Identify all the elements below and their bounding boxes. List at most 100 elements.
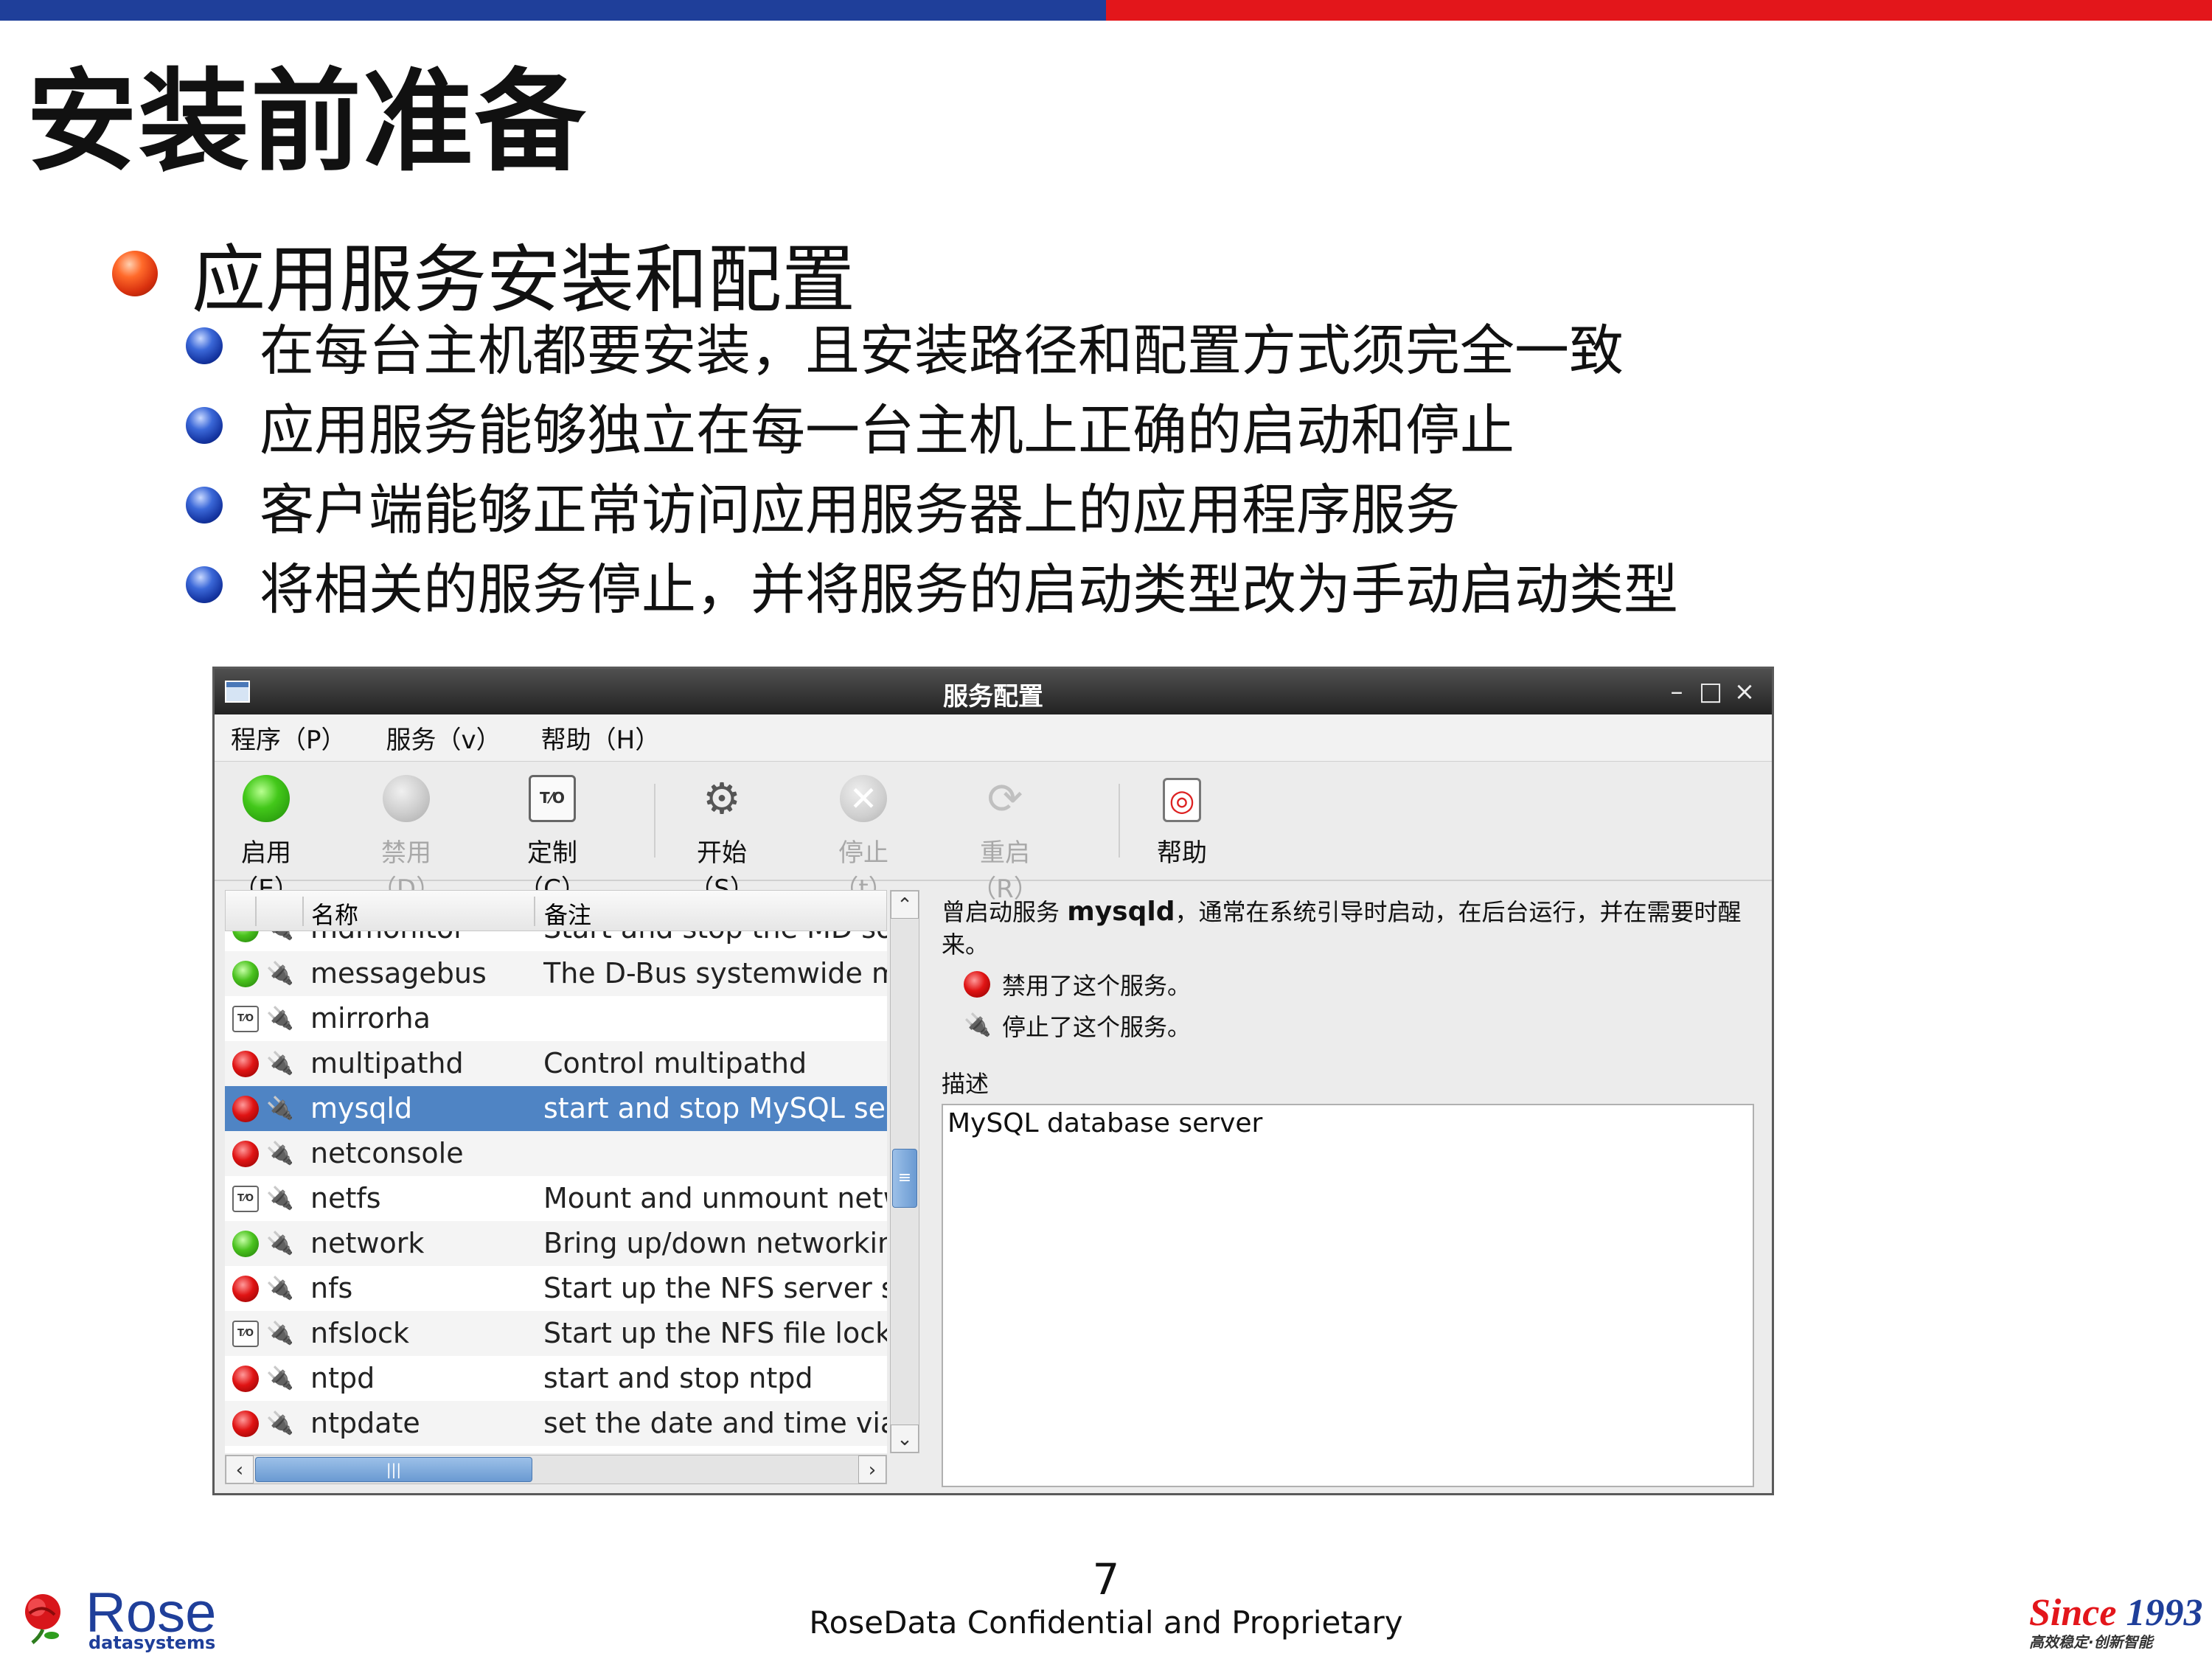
table-row[interactable]: T⁄O 🔌 netfs Mount and unmount netwo xyxy=(225,1176,887,1221)
plug-icon: 🔌 xyxy=(266,1141,294,1166)
horizontal-scrollbar[interactable]: ‹ ||| › xyxy=(225,1455,887,1484)
sub-bullet-dot-icon xyxy=(186,327,223,364)
stopped-status-icon xyxy=(232,1366,259,1392)
footer-text: RoseData Confidential and Proprietary xyxy=(809,1604,1403,1641)
top-bar-blue xyxy=(0,0,1106,21)
sub-bullet: 客户端能够正常访问应用服务器上的应用程序服务 xyxy=(186,465,1678,545)
vertical-scrollbar[interactable]: ⌃ ≡ ⌄ xyxy=(890,890,919,1453)
stopped-status-icon xyxy=(232,1141,259,1167)
minimize-button[interactable]: – xyxy=(1660,675,1694,709)
rose-flower-icon xyxy=(25,1594,60,1644)
table-row[interactable]: 🔌 ntpd start and stop ntpd xyxy=(225,1356,887,1401)
service-detail-pane: 曾启动服务 mysqld，通常在系统引导时启动，在后台运行，并在需要时醒来。 禁… xyxy=(934,890,1766,1489)
plug-icon: 🔌 xyxy=(266,1231,294,1256)
toolbar: 启用（E） 禁用（D） T⁄O 定制（C） ⚙ 开始（S） ✕ 停止（t） ⟳ … xyxy=(215,763,1772,904)
description-label: 描述 xyxy=(942,1070,990,1098)
disable-button[interactable]: 禁用（D） xyxy=(362,775,451,905)
running-status-icon xyxy=(232,961,259,987)
lifebuoy-icon: ◎ xyxy=(1163,778,1201,822)
plug-icon: 🔌 xyxy=(266,1321,294,1346)
sub-bullet: 应用服务能够独立在每一台主机上正确的启动和停止 xyxy=(186,386,1678,465)
table-row[interactable]: 🔌 ntpdate set the date and time via N xyxy=(225,1401,887,1446)
start-button[interactable]: ⚙ 开始（S） xyxy=(678,775,766,905)
toolbar-separator xyxy=(1119,784,1120,858)
running-status-icon xyxy=(232,931,259,942)
plug-icon: 🔌 xyxy=(266,1006,294,1032)
rose-logo-subtext: datasystems xyxy=(88,1632,216,1653)
service-config-window: 服务配置 – □ × 程序（P） 服务（v） 帮助（H） 启用（E） 禁用（D）… xyxy=(212,667,1774,1495)
plug-icon: 🔌 xyxy=(266,931,294,943)
gears-icon: ⚙ xyxy=(703,773,741,824)
service-list: 🔌 mdmonitor Start and stop the MD soft 🔌… xyxy=(225,931,887,1453)
plug-icon: 🔌 xyxy=(266,1366,294,1391)
custom-status-icon: T⁄O xyxy=(232,1006,259,1032)
bullet-dot-icon xyxy=(112,250,158,296)
scroll-right-icon[interactable]: › xyxy=(858,1455,886,1484)
plug-icon: 🔌 xyxy=(266,1276,294,1301)
menu-bar: 程序（P） 服务（v） 帮助（H） xyxy=(215,714,1772,762)
table-row[interactable]: 🔌 netconsole xyxy=(225,1131,887,1176)
menu-service[interactable]: 服务（v） xyxy=(386,720,501,756)
column-name[interactable]: 名称 xyxy=(311,897,358,931)
grey-status-icon xyxy=(383,775,430,822)
column-remark[interactable]: 备注 xyxy=(544,897,591,931)
scroll-left-icon[interactable]: ‹ xyxy=(226,1455,254,1484)
plug-icon: 🔌 xyxy=(266,1186,294,1211)
custom-status-icon: T⁄O xyxy=(232,1321,259,1347)
toolbar-separator xyxy=(654,784,655,858)
horizontal-scroll-thumb[interactable]: ||| xyxy=(255,1457,532,1482)
menu-help[interactable]: 帮助（H） xyxy=(541,720,661,756)
sub-bullet-dot-icon xyxy=(186,407,223,444)
service-intro: 曾启动服务 mysqld，通常在系统引导时启动，在后台运行，并在需要时醒来。 xyxy=(942,897,1742,959)
stopped-status-icon xyxy=(232,1051,259,1077)
sub-bullet-dot-icon xyxy=(186,566,223,603)
menu-program[interactable]: 程序（P） xyxy=(231,720,347,756)
plug-icon: 🔌 xyxy=(964,1012,992,1038)
maximize-button[interactable]: □ xyxy=(1694,675,1728,709)
status-disabled: 禁用了这个服务。 xyxy=(964,965,1191,1004)
slide-title: 安装前准备 xyxy=(27,58,588,187)
customize-icon: T⁄O xyxy=(529,775,576,822)
stop-button[interactable]: ✕ 停止（t） xyxy=(819,775,908,905)
sub-bullet: 将相关的服务停止，并将服务的启动类型改为手动启动类型 xyxy=(186,545,1678,625)
plug-icon: 🔌 xyxy=(266,1051,294,1077)
help-button[interactable]: ◎ 帮助 xyxy=(1138,778,1226,869)
table-row[interactable]: 🔌 network Bring up/down networking xyxy=(225,1221,887,1266)
table-row[interactable]: T⁄O 🔌 mirrorha xyxy=(225,996,887,1041)
window-controls: – □ × xyxy=(1660,675,1761,709)
reload-icon: ⟳ xyxy=(987,773,1023,824)
sub-bullet-list: 在每台主机都要安装，且安装路径和配置方式须完全一致 应用服务能够独立在每一台主机… xyxy=(186,306,1678,625)
table-row-selected[interactable]: 🔌 mysqld start and stop MySQL serve xyxy=(225,1086,887,1131)
enable-button[interactable]: 启用（E） xyxy=(222,775,310,905)
window-titlebar[interactable]: 服务配置 – □ × xyxy=(215,669,1772,714)
service-name: mysqld xyxy=(1067,897,1175,927)
customize-button[interactable]: T⁄O 定制（C） xyxy=(508,775,597,905)
table-row[interactable]: 🔌 messagebus The D-Bus systemwide me xyxy=(225,951,887,996)
since-1993-logo: Since 1993 高效稳定·创新智能 xyxy=(2029,1592,2203,1651)
sub-bullet: 在每台主机都要安装，且安装路径和配置方式须完全一致 xyxy=(186,306,1678,386)
page-number: 7 xyxy=(1092,1554,1120,1604)
description-text: MySQL database server xyxy=(942,1104,1754,1487)
disabled-status-icon xyxy=(964,971,990,998)
scroll-down-icon[interactable]: ⌄ xyxy=(891,1425,919,1453)
restart-button[interactable]: ⟳ 重启（R） xyxy=(961,775,1049,905)
table-row[interactable]: T⁄O 🔌 nfslock Start up the NFS file lock… xyxy=(225,1311,887,1356)
table-row[interactable]: 🔌 mdmonitor Start and stop the MD soft xyxy=(225,931,887,951)
window-title: 服务配置 xyxy=(943,682,1043,712)
rose-logo: Rose datasystems xyxy=(15,1582,236,1653)
scroll-up-icon[interactable]: ⌃ xyxy=(891,891,919,919)
vertical-scroll-thumb[interactable]: ≡ xyxy=(892,1149,917,1208)
table-row[interactable]: 🔌 nfs Start up the NFS server sev xyxy=(225,1266,887,1311)
plug-icon: 🔌 xyxy=(266,1411,294,1436)
stopped-status-icon xyxy=(232,1411,259,1437)
green-status-icon xyxy=(243,775,290,822)
stopped-status-icon xyxy=(232,1096,259,1122)
table-row[interactable]: 🔌 multipathd Control multipathd xyxy=(225,1041,887,1086)
stopped-status-icon xyxy=(232,1276,259,1302)
close-button[interactable]: × xyxy=(1728,675,1761,709)
sub-bullet-dot-icon xyxy=(186,487,223,524)
plug-icon: 🔌 xyxy=(266,961,294,987)
service-list-pane: 名称 备注 🔌 mdmonitor Start and stop the MD … xyxy=(225,890,924,1489)
plug-icon: 🔌 xyxy=(266,1096,294,1121)
top-bar-red xyxy=(1106,0,2212,21)
